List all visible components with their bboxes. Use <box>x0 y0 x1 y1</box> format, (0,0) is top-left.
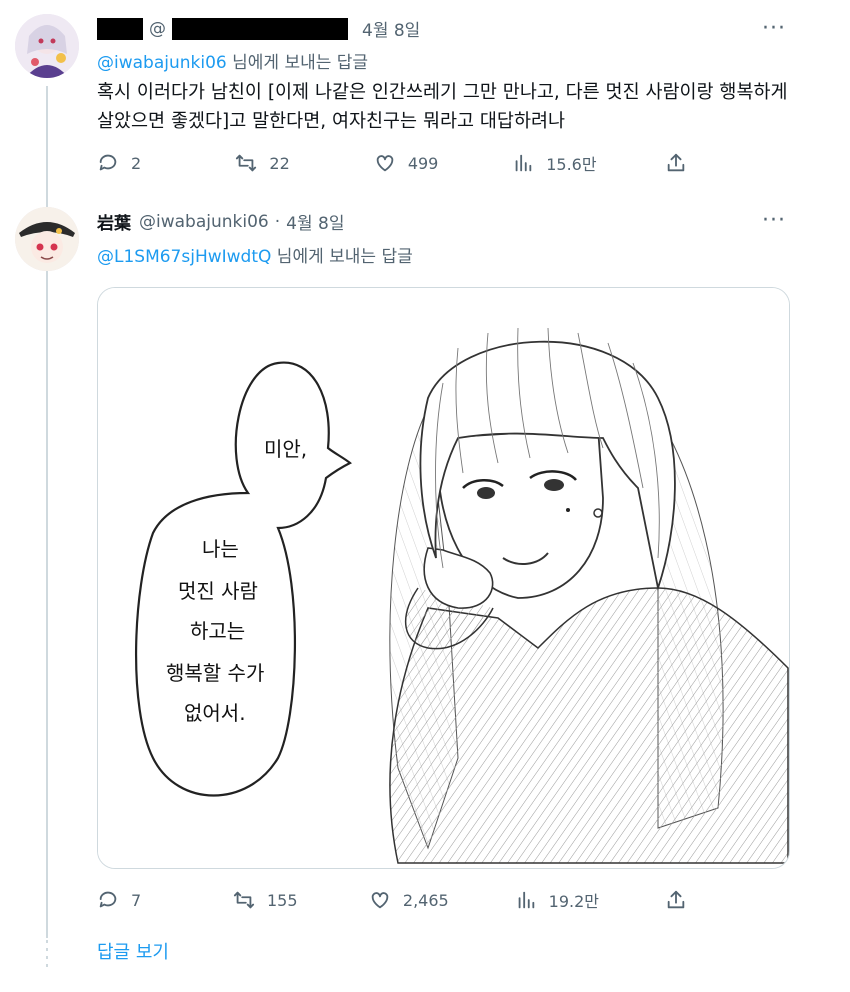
tweet-header: @ 4월 8일 <box>97 16 420 41</box>
bubble-line-2: 나는 <box>202 537 239 561</box>
views-button[interactable]: 19.2만 <box>515 888 599 912</box>
bubble-line-3: 멋진 사람 <box>178 579 258 603</box>
retweet-icon <box>236 154 257 172</box>
views-button[interactable]: 15.6만 <box>512 151 597 175</box>
like-button[interactable]: 499 <box>374 152 444 174</box>
share-button[interactable] <box>665 889 687 911</box>
tweet-time[interactable]: 4월 8일 <box>286 209 344 234</box>
tweet-media-image[interactable]: 미안, 나는 멋진 사람 하고는 행복할 수가 없어서. <box>97 287 790 869</box>
tweet-time[interactable]: 4월 8일 <box>362 16 420 41</box>
reply-button[interactable]: 2 <box>97 152 167 174</box>
like-icon <box>376 155 394 172</box>
reply-icon <box>99 154 117 171</box>
redacted-handle <box>172 17 348 40</box>
reply-suffix: 님에게 보내는 답글 <box>226 53 369 73</box>
share-icon <box>667 153 685 172</box>
retweet-count: 155 <box>266 890 298 910</box>
tweet-text-line-2: 살았으면 좋겠다]고 말한다면, 여자친구는 뭐라고 대답하려나 <box>97 111 566 132</box>
handle-prefix[interactable]: @ <box>149 19 166 39</box>
like-icon <box>371 892 389 909</box>
bubble-line-4: 하고는 <box>190 619 245 643</box>
avatar-image <box>15 14 79 78</box>
bubble-line-5: 행복할 수가 <box>166 661 264 685</box>
separator-dot: · <box>274 211 281 232</box>
retweet-button[interactable]: 22 <box>235 152 305 174</box>
redacted-display-name <box>97 17 143 40</box>
bubble-line-1: 미안, <box>264 437 307 461</box>
share-icon <box>667 890 685 909</box>
views-icon <box>518 891 534 909</box>
tweet-actions: 2 22 499 15.6만 <box>97 151 687 175</box>
tweet-actions: 7 155 2,465 19.2만 <box>97 888 687 912</box>
reply-mention-link[interactable]: @L1SM67sjHwIwdtQ <box>97 247 271 267</box>
reply-count: 2 <box>131 153 142 173</box>
display-name[interactable]: 岩葉 <box>97 209 131 234</box>
more-icon[interactable]: ··· <box>762 16 786 41</box>
reply-icon <box>99 891 117 908</box>
reply-to-line: @L1SM67sjHwIwdtQ 님에게 보내는 답글 <box>97 242 413 267</box>
avatar-image <box>15 207 79 271</box>
share-button[interactable] <box>665 152 687 174</box>
like-button[interactable]: 2,465 <box>369 889 449 911</box>
tweet-text: 혹시 이러다가 남친이 [이제 나같은 인간쓰레기 그만 만나고, 다른 멋진 … <box>97 78 817 136</box>
views-icon <box>515 154 532 172</box>
more-icon[interactable]: ··· <box>762 208 786 233</box>
reply-count: 7 <box>131 890 142 910</box>
views-count: 15.6만 <box>546 155 597 174</box>
manga-illustration: 미안, 나는 멋진 사람 하고는 행복할 수가 없어서. <box>98 288 789 868</box>
reply-button[interactable]: 7 <box>97 889 167 911</box>
reply-to-line: @iwabajunki06 님에게 보내는 답글 <box>97 48 368 73</box>
user-handle[interactable]: @iwabajunki06 <box>139 212 269 232</box>
tweet-1[interactable]: @ 4월 8일 ··· @iwabajunki06 님에게 보내는 답글 혹시 … <box>0 0 850 190</box>
views-count: 19.2만 <box>548 892 600 911</box>
reply-mention-link[interactable]: @iwabajunki06 <box>97 53 227 73</box>
avatar[interactable] <box>15 207 79 271</box>
like-count: 2,465 <box>402 890 449 910</box>
reply-suffix: 님에게 보내는 답글 <box>271 247 413 267</box>
retweet-count: 22 <box>269 153 290 173</box>
retweet-icon <box>233 891 255 909</box>
tweet-header: 岩葉 @iwabajunki06 · 4월 8일 <box>97 209 344 235</box>
bubble-line-6: 없어서. <box>184 701 246 725</box>
retweet-button[interactable]: 155 <box>233 889 303 911</box>
tweet-text-line-1: 혹시 이러다가 남친이 [이제 나같은 인간쓰레기 그만 만나고, 다른 멋진 … <box>97 82 788 103</box>
avatar[interactable] <box>15 14 79 78</box>
like-count: 499 <box>407 153 439 173</box>
show-replies-link[interactable]: 답글 보기 <box>97 938 169 964</box>
